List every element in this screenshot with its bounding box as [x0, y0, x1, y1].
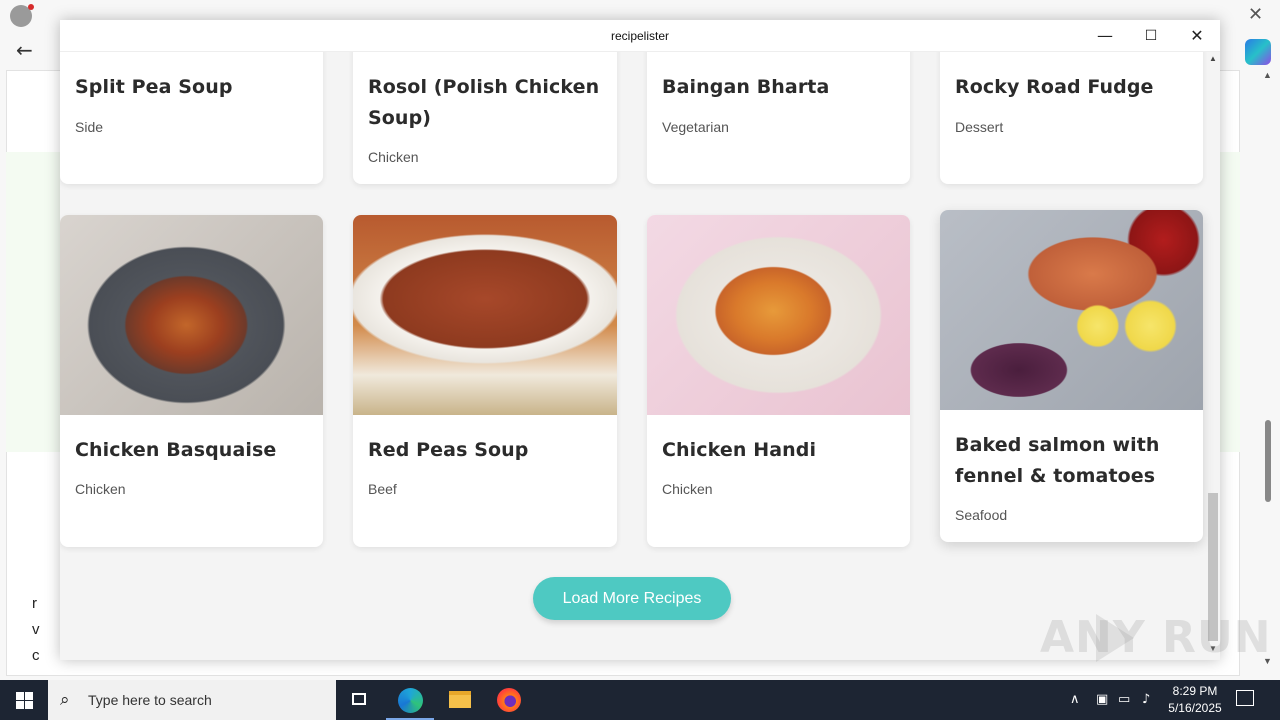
taskbar-search-box[interactable]: ⌕ Type here to search	[48, 680, 336, 720]
recipe-category: Seafood	[955, 507, 1008, 523]
firefox-icon[interactable]	[484, 680, 532, 720]
recipe-name: Chicken Basquaise	[75, 439, 277, 461]
scroll-up-arrow-icon[interactable]: ▲	[1263, 70, 1272, 80]
back-arrow-icon[interactable]: ←	[16, 38, 33, 62]
file-explorer-icon[interactable]	[436, 680, 484, 720]
task-view-icon[interactable]	[336, 680, 384, 720]
recipe-category: Chicken	[75, 481, 126, 497]
background-scrollbar[interactable]: ▲ ▼	[1262, 70, 1274, 670]
edge-icon[interactable]	[386, 680, 434, 720]
search-placeholder: Type here to search	[88, 692, 212, 708]
recipe-card[interactable]: Chicken Basquaise Chicken	[60, 215, 323, 547]
minimize-button[interactable]: —	[1082, 20, 1128, 52]
copilot-icon[interactable]	[1245, 39, 1271, 65]
recipe-name: Baingan Bharta	[662, 76, 830, 98]
windows-start-icon[interactable]	[0, 680, 48, 720]
load-more-recipes-button[interactable]: Load More Recipes	[533, 577, 731, 620]
recipe-grid: Split Pea Soup Side Rosol (Polish Chicke…	[60, 52, 1220, 660]
clock-time: 8:29 PM	[1172, 684, 1218, 698]
maximize-button[interactable]: ☐	[1128, 20, 1174, 52]
scroll-up-arrow-icon[interactable]: ▲	[1209, 54, 1217, 63]
recipe-name: Red Peas Soup	[368, 439, 529, 461]
recipe-category: Chicken	[368, 149, 419, 165]
recipe-name: Chicken Handi	[662, 439, 817, 461]
play-icon	[1096, 614, 1134, 662]
recipe-image[interactable]	[353, 215, 617, 415]
recipe-category: Vegetarian	[662, 119, 729, 135]
app-scrollbar[interactable]: ▲ ▼	[1206, 52, 1220, 660]
anyrun-watermark: ANY RUN	[1040, 612, 1272, 663]
network-icon[interactable]: ▭	[1118, 680, 1130, 720]
chevron-up-icon[interactable]: ∧	[1070, 680, 1080, 720]
recipelister-window: recipelister — ☐ ✕ Split Pea Soup Side R…	[60, 20, 1220, 660]
recipe-category: Beef	[368, 481, 397, 497]
background-text: v	[32, 621, 40, 638]
watermark-text: ANY RUN	[1040, 612, 1272, 663]
window-title: recipelister	[610, 29, 670, 43]
recipe-card[interactable]: Baingan Bharta Vegetarian	[647, 52, 910, 184]
clock-date: 5/16/2025	[1168, 701, 1222, 715]
recipe-name: Rocky Road Fudge	[955, 76, 1154, 98]
recipe-image[interactable]	[60, 215, 323, 415]
device-icon[interactable]: ▣	[1096, 680, 1108, 720]
background-panel	[6, 152, 66, 452]
browser-close-icon[interactable]: ✕	[1248, 4, 1263, 25]
notifications-icon[interactable]	[1236, 690, 1254, 706]
recipe-card[interactable]: Red Peas Soup Beef	[353, 215, 617, 547]
background-panel-right	[1220, 152, 1240, 452]
recipe-category: Side	[75, 119, 104, 135]
recipe-card[interactable]: Split Pea Soup Side	[60, 52, 323, 184]
title-bar[interactable]: recipelister — ☐ ✕	[60, 20, 1220, 52]
recipe-image[interactable]	[940, 210, 1203, 410]
scrollbar-thumb[interactable]	[1265, 420, 1271, 502]
recipe-card[interactable]: Chicken Handi Chicken	[647, 215, 910, 547]
recipe-category: Chicken	[662, 481, 713, 497]
profile-avatar-icon[interactable]	[10, 4, 34, 27]
background-text: c	[32, 647, 40, 664]
recipe-name: Baked salmon with fennel & tomatoes	[955, 434, 1160, 487]
search-icon: ⌕	[60, 690, 70, 710]
taskbar: ⌕ Type here to search ∧ ▣ ▭ ♪ 8:29 PM 5/…	[0, 680, 1280, 720]
system-clock[interactable]: 8:29 PM 5/16/2025	[1164, 683, 1226, 717]
speaker-icon[interactable]: ♪	[1142, 680, 1150, 720]
recipe-category: Dessert	[955, 119, 1004, 135]
background-text: r	[32, 595, 37, 612]
recipe-name: Split Pea Soup	[75, 76, 233, 98]
recipe-card[interactable]: Rocky Road Fudge Dessert	[940, 52, 1203, 184]
recipe-image[interactable]	[647, 215, 910, 415]
recipe-name: Rosol (Polish Chicken Soup)	[368, 76, 600, 129]
close-button[interactable]: ✕	[1174, 20, 1220, 52]
recipe-card[interactable]: Baked salmon with fennel & tomatoes Seaf…	[940, 210, 1203, 542]
recipe-card[interactable]: Rosol (Polish Chicken Soup) Chicken	[353, 52, 617, 184]
